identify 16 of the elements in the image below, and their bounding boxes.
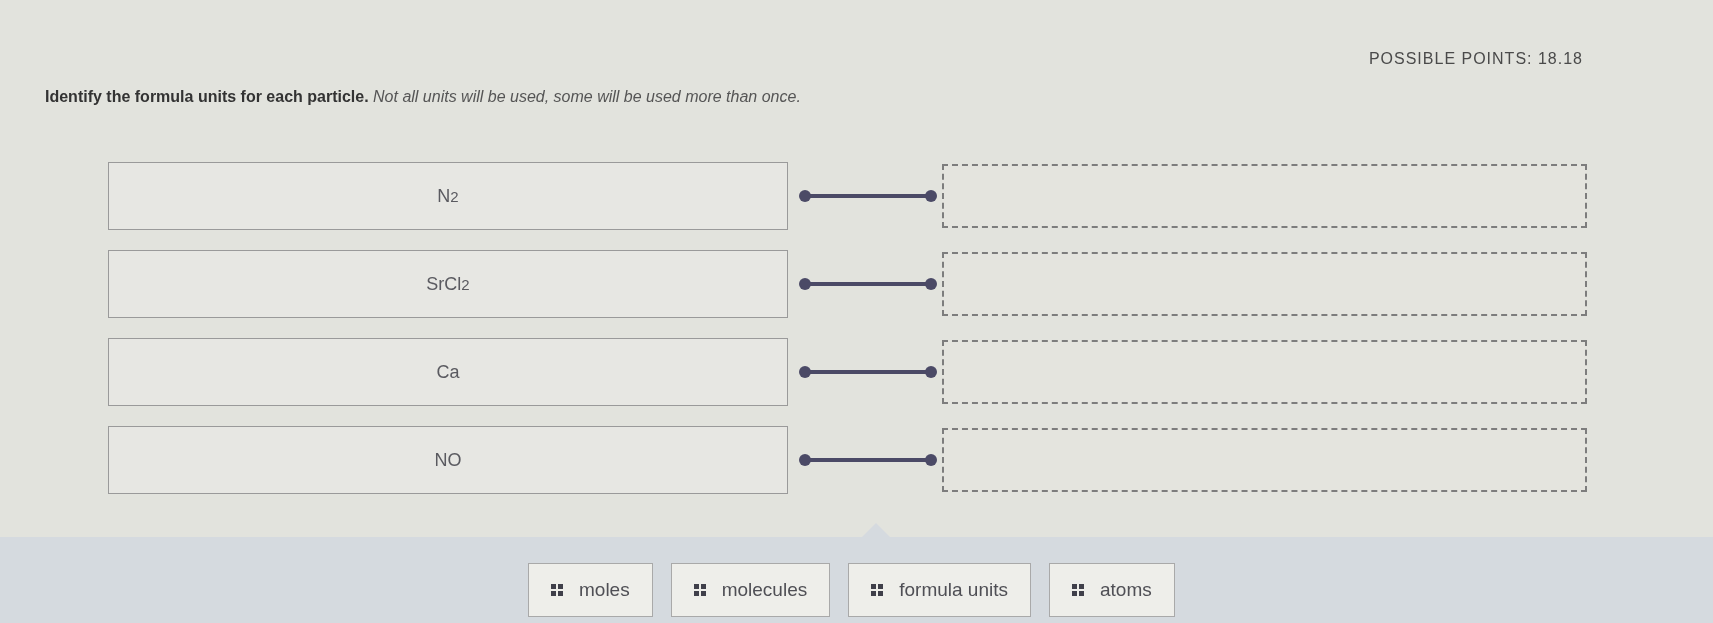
answer-tile[interactable]: atoms	[1049, 563, 1175, 617]
answer-tile[interactable]: formula units	[848, 563, 1031, 617]
grip-icon	[551, 584, 563, 596]
drop-zone[interactable]	[942, 340, 1587, 404]
points-label: POSSIBLE POINTS: 18.18	[1368, 50, 1583, 68]
answer-tile[interactable]: moles	[528, 563, 653, 617]
drop-zone[interactable]	[942, 252, 1587, 316]
answer-tile[interactable]: molecules	[670, 563, 831, 617]
instructions-text: Identify the formula units for each particle. Not all units will be used, some will be used more than once.	[45, 88, 801, 106]
term-card: NO	[108, 426, 788, 494]
term-card: Ca	[108, 338, 788, 406]
grip-icon	[1072, 584, 1084, 596]
drop-zone[interactable]	[942, 428, 1587, 492]
grip-icon	[871, 584, 884, 596]
drop-zone[interactable]	[942, 164, 1587, 228]
grip-icon	[693, 584, 706, 596]
